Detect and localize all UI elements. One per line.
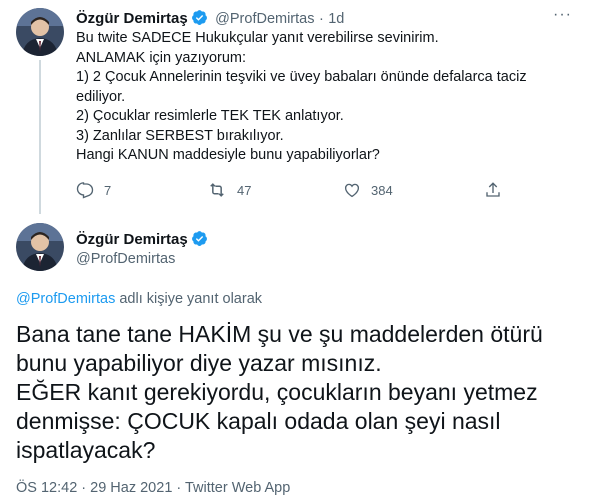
tweet-time[interactable]: 1d	[328, 11, 344, 27]
reply-button[interactable]: 7	[76, 181, 111, 199]
separator-dot: ·	[318, 11, 324, 27]
avatar-image	[16, 223, 64, 271]
share-icon	[486, 182, 500, 197]
retweet-button[interactable]: 47	[207, 180, 251, 200]
author-handle[interactable]: @ProfDemirtas	[76, 251, 175, 267]
reply-icon	[76, 182, 94, 199]
verified-badge-icon	[191, 9, 208, 26]
avatar[interactable]	[16, 8, 64, 56]
tweet-line: 1) 2 Çocuk Annelerinin teşviki ve üvey b…	[76, 69, 527, 85]
reply-to-link[interactable]: @ProfDemirtas	[16, 291, 115, 307]
avatar[interactable]	[16, 223, 64, 271]
tweet1-text: Bu twite SADECE Hukukçular yanıt verebil…	[76, 29, 527, 166]
tweet-line: Hangi KANUN maddesiyle bunu yapabiliyorl…	[76, 147, 380, 163]
tweet2-text: Bana tane tane HAKİM şu ve şu maddelerde…	[16, 320, 543, 465]
tweet1-header: Özgür Demirtaş @ProfDemirtas · 1d	[76, 9, 344, 28]
tweet-line: Bu twite SADECE Hukukçular yanıt verebil…	[76, 30, 439, 46]
like-button[interactable]: 384	[343, 181, 393, 199]
tweet-line: bunu yapabiliyor diye yazar mısınız.	[16, 350, 382, 376]
more-options-icon[interactable]: ···	[553, 6, 572, 24]
like-count: 384	[371, 182, 393, 198]
avatar-image	[16, 8, 64, 56]
tweet-line: ispatlayacak?	[16, 437, 156, 463]
author-name[interactable]: Özgür Demirtaş	[76, 10, 188, 27]
reply-count: 7	[104, 182, 112, 198]
tweet-line: ediliyor.	[76, 88, 126, 105]
thread-line	[39, 60, 41, 214]
share-button[interactable]	[484, 181, 512, 199]
tweet-metadata[interactable]: ÖS 12:42 · 29 Haz 2021 · Twitter Web App	[16, 480, 290, 496]
retweet-count: 47	[237, 182, 252, 198]
retweet-icon	[210, 183, 224, 197]
author-handle[interactable]: @ProfDemirtas	[215, 11, 314, 27]
tweet-line: 2) Çocuklar resimlerle TEK TEK anlatıyor…	[76, 108, 344, 124]
verified-badge-icon	[191, 230, 208, 247]
reply-context: @ProfDemirtas adlı kişiye yanıt olarak	[16, 291, 262, 307]
author-name[interactable]: Özgür Demirtaş	[76, 231, 188, 248]
tweet-line: Bana tane tane HAKİM şu ve şu maddelerde…	[16, 321, 543, 347]
tweet-line: denmişse: ÇOCUK kapalı odada olan şeyi n…	[16, 408, 501, 434]
tweet2-header: Özgür Demirtaş	[76, 230, 208, 249]
tweet-line: EĞER kanıt gerekiyordu, çocukların beyan…	[16, 379, 538, 405]
heart-icon	[344, 183, 360, 198]
tweet-line: 3) Zanlılar SERBEST bırakılıyor.	[76, 127, 284, 144]
tweet-line: ANLAMAK için yazıyorum:	[76, 49, 247, 66]
reply-to-suffix: adlı kişiye yanıt olarak	[119, 291, 263, 307]
